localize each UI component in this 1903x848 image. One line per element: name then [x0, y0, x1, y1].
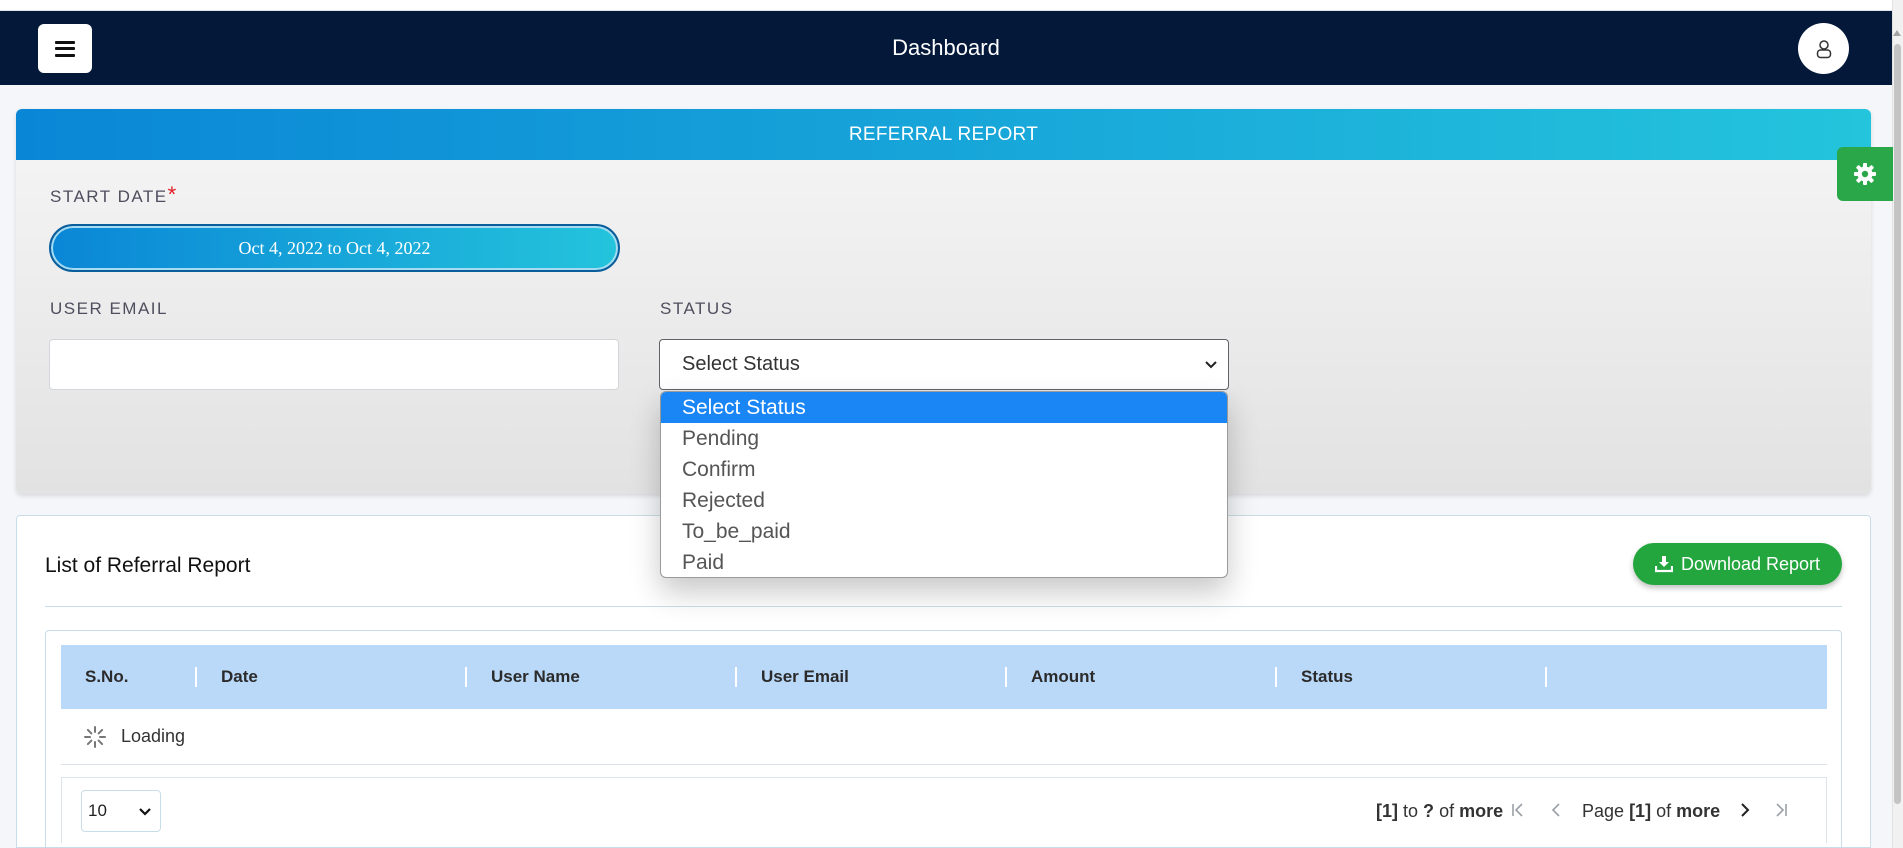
- status-select[interactable]: Select Status: [659, 339, 1229, 390]
- user-email-label: USER EMAIL: [50, 299, 168, 318]
- column-header-status[interactable]: Status: [1301, 645, 1353, 709]
- range-total: more: [1459, 801, 1504, 821]
- previous-page-icon[interactable]: [1548, 800, 1564, 820]
- first-page-icon[interactable]: [1509, 800, 1527, 820]
- status-label: STATUS: [660, 299, 734, 318]
- loading-row: Loading: [61, 709, 1827, 765]
- range-to-word: to: [1403, 801, 1419, 821]
- user-icon: [1816, 39, 1831, 58]
- column-resize-handle[interactable]: [1005, 667, 1007, 687]
- table-header: S.No. Date User Name User Email Amount S…: [61, 645, 1827, 709]
- column-header-user-email[interactable]: User Email: [761, 645, 849, 709]
- status-option-select-status[interactable]: Select Status: [661, 392, 1227, 423]
- chevron-down-icon: [1205, 361, 1217, 369]
- column-header-amount[interactable]: Amount: [1031, 645, 1095, 709]
- column-resize-handle[interactable]: [195, 667, 197, 687]
- column-resize-handle[interactable]: [1275, 667, 1277, 687]
- total-pages: more: [1676, 801, 1721, 821]
- column-header-sno[interactable]: S.No.: [85, 645, 128, 709]
- column-resize-handle[interactable]: [465, 667, 467, 687]
- range-to: ?: [1423, 801, 1435, 821]
- divider: [45, 606, 1842, 607]
- last-page-icon[interactable]: [1772, 800, 1790, 820]
- page-word: Page: [1582, 801, 1625, 821]
- page-title: Dashboard: [892, 35, 1000, 60]
- date-range-picker[interactable]: Oct 4, 2022 to Oct 4, 2022: [49, 224, 620, 272]
- list-title: List of Referral Report: [45, 554, 251, 577]
- page-size-select[interactable]: 10: [81, 790, 161, 832]
- record-range: [1] to ? of more: [1376, 778, 1503, 844]
- settings-button[interactable]: [1837, 147, 1893, 201]
- start-date-label-text: START DATE: [50, 187, 168, 206]
- required-marker: *: [167, 182, 178, 207]
- status-select-value: Select Status: [682, 353, 800, 375]
- page-scrollbar[interactable]: [1892, 0, 1903, 848]
- page-size-value: 10: [88, 801, 107, 820]
- status-option-rejected[interactable]: Rejected: [661, 485, 1227, 516]
- user-email-input[interactable]: [49, 339, 619, 390]
- current-page: [1]: [1629, 801, 1652, 821]
- download-report-label: Download Report: [1680, 553, 1821, 574]
- top-navbar: Dashboard: [0, 11, 1892, 85]
- status-option-pending[interactable]: Pending: [661, 423, 1227, 454]
- column-header-user-name[interactable]: User Name: [491, 645, 580, 709]
- hamburger-icon: [55, 40, 75, 57]
- chevron-down-icon: [139, 808, 151, 816]
- spinner-icon: [84, 725, 106, 748]
- report-table: S.No. Date User Name User Email Amount S…: [45, 630, 1842, 848]
- page-of-word: of: [1656, 801, 1672, 821]
- scroll-up-arrow-icon[interactable]: [1893, 30, 1901, 36]
- status-dropdown-list: Select Status Pending Confirm Rejected T…: [660, 391, 1228, 578]
- loading-text: Loading: [121, 726, 186, 746]
- card-header: REFERRAL REPORT: [16, 109, 1871, 160]
- browser-top-edge: [0, 0, 1903, 11]
- range-of-word: of: [1439, 801, 1455, 821]
- user-profile-button[interactable]: [1798, 23, 1849, 74]
- download-report-button[interactable]: Download Report: [1633, 543, 1842, 585]
- download-icon: [1654, 556, 1673, 573]
- status-option-to-be-paid[interactable]: To_be_paid: [661, 516, 1227, 547]
- start-date-label: START DATE*: [50, 182, 178, 208]
- menu-toggle-button[interactable]: [38, 24, 92, 73]
- scrollbar-thumb[interactable]: [1894, 44, 1901, 804]
- page-indicator: Page [1] of more: [1582, 778, 1720, 844]
- status-option-confirm[interactable]: Confirm: [661, 454, 1227, 485]
- gear-icon: [1854, 163, 1876, 185]
- range-from: [1]: [1376, 801, 1398, 821]
- table-pagination-bar: 10 [1] to ? of more Page [1] of more: [61, 777, 1827, 843]
- next-page-icon[interactable]: [1737, 800, 1753, 820]
- column-resize-handle[interactable]: [735, 667, 737, 687]
- column-resize-handle[interactable]: [1545, 667, 1547, 687]
- status-option-paid[interactable]: Paid: [661, 547, 1227, 577]
- column-header-date[interactable]: Date: [221, 645, 258, 709]
